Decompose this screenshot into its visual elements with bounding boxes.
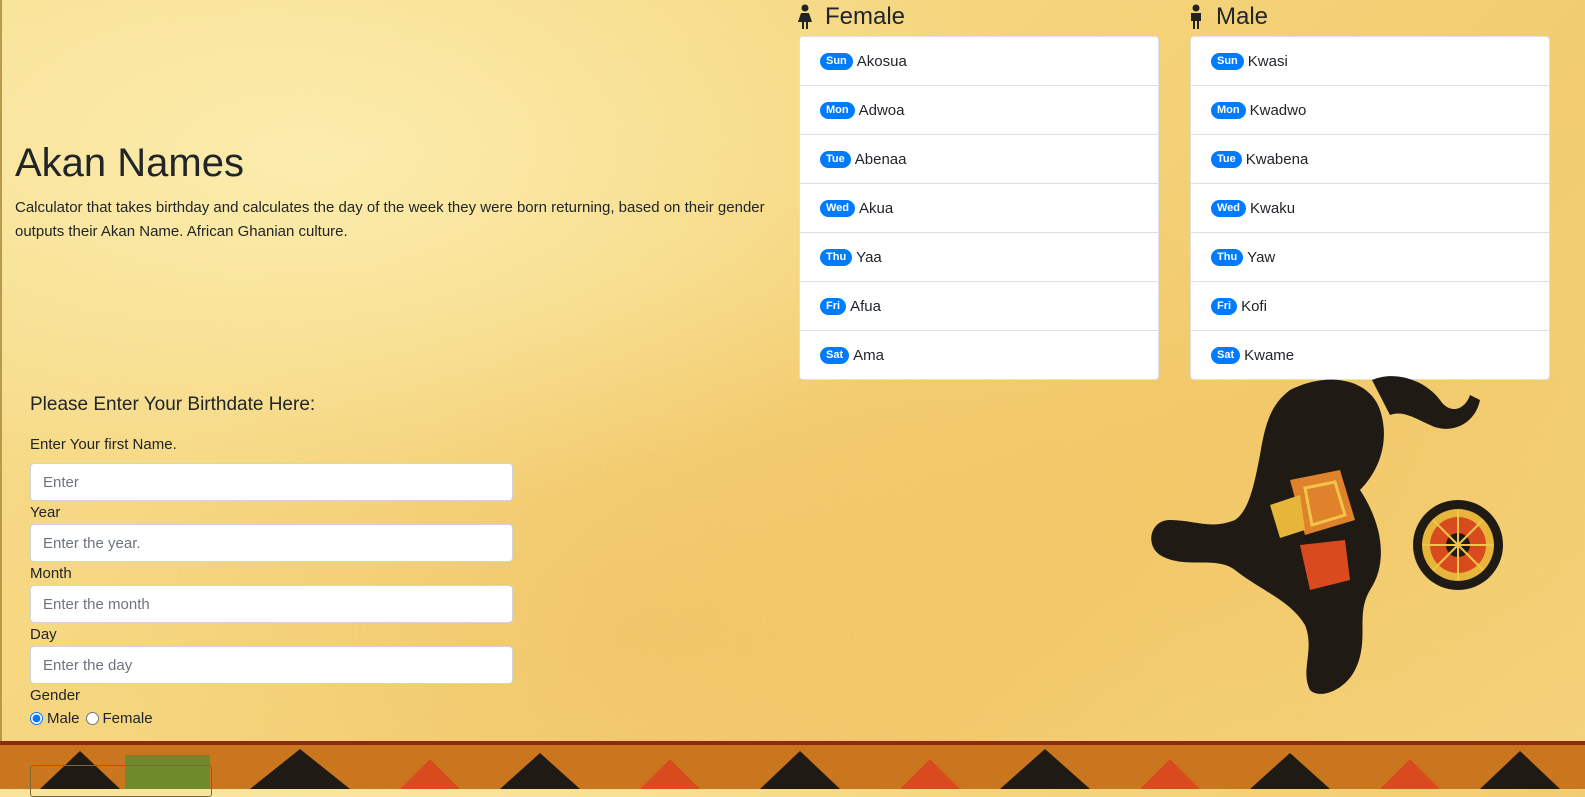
akan-name: Abenaa: [854, 150, 907, 168]
year-input[interactable]: [30, 524, 513, 562]
male-person-icon: [1191, 4, 1201, 29]
akan-name: Akua: [859, 199, 894, 217]
day-badge: Fri: [1211, 297, 1238, 315]
gender-male-radio[interactable]: [30, 712, 43, 725]
list-item: Sun Akosua: [800, 37, 1158, 86]
akan-name: Adwoa: [858, 101, 905, 119]
day-badge: Sat: [820, 346, 850, 364]
akan-name: Kwame: [1244, 346, 1295, 364]
female-heading: Female: [795, 0, 1159, 34]
day-badge: Wed: [1211, 199, 1247, 217]
month-label: Month: [30, 565, 72, 582]
submit-button[interactable]: [30, 765, 212, 797]
list-item: Mon Adwoa: [800, 86, 1158, 135]
akan-name: Yaa: [856, 248, 882, 266]
gender-label: Gender: [30, 687, 81, 704]
male-name-list: Sun Kwasi Mon Kwadwo Tue Kwabena Wed Kwaku T…: [1190, 36, 1550, 380]
left-frame-edge: [0, 0, 2, 789]
gender-options: Male Female: [30, 710, 513, 727]
day-badge: Thu: [1211, 248, 1244, 266]
patterned-border-strip: [0, 741, 1585, 789]
day-badge: Mon: [1211, 101, 1246, 119]
female-name-list: Sun Akosua Mon Adwoa Tue Abenaa Wed Akua Thu…: [799, 36, 1159, 380]
list-item: Thu Yaa: [800, 233, 1158, 282]
day-badge: Sun: [1211, 52, 1244, 70]
list-item: Sat Ama: [800, 331, 1158, 379]
first-name-input[interactable]: [30, 463, 513, 501]
african-dancer-artwork: [1151, 376, 1503, 694]
gender-male-label: Male: [47, 710, 80, 727]
day-badge: Wed: [820, 199, 856, 217]
female-person-icon: [798, 4, 812, 29]
day-badge: Sun: [820, 52, 853, 70]
intro-section: Akan Names Calculator that takes birthda…: [15, 140, 775, 244]
akan-name: Ama: [853, 346, 884, 364]
first-name-label: Enter Your first Name.: [30, 436, 177, 453]
akan-name: Kwaku: [1250, 199, 1296, 217]
female-names-column: Female Sun Akosua Mon Adwoa Tue Abenaa Wed A…: [798, 0, 1159, 380]
form-title: Please Enter Your Birthdate Here:: [30, 394, 316, 415]
akan-name: Kofi: [1241, 297, 1267, 315]
akan-name: Kwasi: [1247, 52, 1288, 70]
list-item: Wed Kwaku: [1191, 184, 1549, 233]
male-names-column: Male Sun Kwasi Mon Kwadwo Tue Kwabena Wed Kw…: [1190, 0, 1550, 380]
day-badge: Sat: [1211, 346, 1241, 364]
list-item: Sun Kwasi: [1191, 37, 1549, 86]
month-input[interactable]: [30, 585, 513, 623]
day-badge: Thu: [820, 248, 853, 266]
page-title: Akan Names: [15, 141, 244, 185]
list-item: Fri Afua: [800, 282, 1158, 331]
list-item: Tue Kwabena: [1191, 135, 1549, 184]
akan-name: Akosua: [856, 52, 907, 70]
akan-name: Afua: [850, 297, 881, 315]
akan-name: Kwadwo: [1249, 101, 1307, 119]
birthdate-form: Please Enter Your Birthdate Here: Enter …: [30, 392, 513, 797]
male-heading-label: Male: [1216, 3, 1269, 30]
year-label: Year: [30, 504, 61, 521]
akan-name: Yaw: [1247, 248, 1276, 266]
akan-name: Kwabena: [1245, 150, 1309, 168]
list-item: Fri Kofi: [1191, 282, 1549, 331]
gender-female-label: Female: [102, 710, 153, 727]
day-badge: Tue: [820, 150, 851, 168]
list-item: Wed Akua: [800, 184, 1158, 233]
day-badge: Fri: [820, 297, 847, 315]
list-item: Thu Yaw: [1191, 233, 1549, 282]
day-label: Day: [30, 626, 57, 643]
day-input[interactable]: [30, 646, 513, 684]
page-description: Calculator that takes birthday and calcu…: [15, 199, 765, 240]
day-badge: Tue: [1211, 150, 1242, 168]
gender-female-radio[interactable]: [85, 712, 99, 725]
list-item: Tue Abenaa: [800, 135, 1158, 184]
male-heading: Male: [1186, 0, 1550, 34]
list-item: Mon Kwadwo: [1191, 86, 1549, 135]
female-heading-label: Female: [825, 3, 906, 30]
day-badge: Mon: [820, 101, 855, 119]
